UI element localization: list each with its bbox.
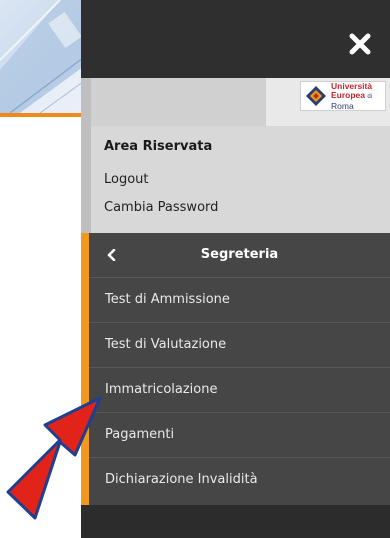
- user-section-stripe: [81, 78, 91, 233]
- menu-item-label: Immatricolazione: [105, 382, 218, 397]
- menu-item-dichiarazione-invalidita[interactable]: Dichiarazione Invalidità: [89, 458, 390, 503]
- close-icon[interactable]: [348, 32, 372, 56]
- logo-line2-suffix: di: [367, 93, 373, 100]
- segreteria-menu: Segreteria Test di Ammissione Test di Va…: [81, 233, 390, 505]
- menu-item-pagamenti[interactable]: Pagamenti: [89, 413, 390, 458]
- logo-line3: Roma: [331, 100, 354, 111]
- drawer-bottom-bar: [81, 505, 390, 538]
- logo-emblem-icon: [306, 86, 326, 106]
- logo-text: Università Europea di Roma: [331, 81, 373, 111]
- logo-area: Università Europea di Roma: [266, 78, 390, 126]
- cambia-password-link[interactable]: Cambia Password: [104, 200, 218, 215]
- background-content: [0, 117, 90, 538]
- logout-link[interactable]: Logout: [104, 172, 149, 187]
- logo-line2: Europea: [331, 89, 366, 100]
- university-logo[interactable]: Università Europea di Roma: [300, 81, 386, 111]
- menu-item-immatricolazione[interactable]: Immatricolazione: [89, 368, 390, 413]
- menu-header-title: Segreteria: [200, 247, 279, 262]
- menu-item-test-valutazione[interactable]: Test di Valutazione: [89, 323, 390, 368]
- menu-item-test-ammissione[interactable]: Test di Ammissione: [89, 278, 390, 323]
- side-drawer: Università Europea di Roma Area Riservat…: [81, 0, 390, 538]
- menu-item-label: Dichiarazione Invalidità: [105, 472, 258, 487]
- drawer-top-bar: [81, 0, 390, 78]
- menu-item-label: Pagamenti: [105, 427, 175, 442]
- menu-accent-bar: [81, 233, 89, 505]
- menu-back-header[interactable]: Segreteria: [89, 233, 390, 278]
- menu-item-label: Test di Ammissione: [105, 292, 230, 307]
- area-riservata-title: Area Riservata: [104, 139, 213, 154]
- menu-item-label: Test di Valutazione: [105, 337, 227, 352]
